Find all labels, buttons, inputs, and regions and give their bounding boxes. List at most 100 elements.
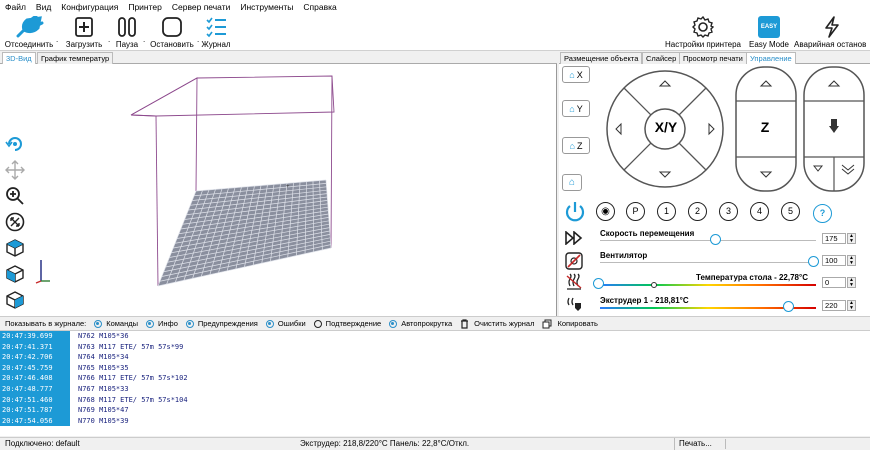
log-list-icon [206,17,226,37]
menu-view[interactable]: Вид [36,2,51,12]
home-icon: ⌂ [569,140,575,151]
view-front-button[interactable] [3,262,27,286]
3d-viewport[interactable]: + [0,64,557,361]
zoom-icon [6,187,24,205]
fan-input[interactable]: 100 [822,255,846,266]
speed-label: Скорость перемещения [600,229,695,238]
bed-slider[interactable] [593,278,604,289]
disconnect-button[interactable]: Отсоединить [3,13,55,51]
cube-front-icon [6,265,24,283]
tab-object-placement[interactable]: Размещение объекта [560,52,643,64]
menu-config[interactable]: Конфигурация [61,2,118,12]
tab-temperature-graph[interactable]: График температур [37,52,114,64]
extruder-temp-label: Экструдер 1 - 218,81°C [600,296,689,305]
temperature-status: Экструдер: 218,8/220°C Панель: 22,8°C/От… [300,439,470,448]
cube-side-icon [6,291,24,309]
tab-slicer[interactable]: Слайсер [642,52,681,64]
xy-label: X/Y [654,119,678,135]
home-icon: ⌂ [569,69,575,80]
radio-checked-icon [389,319,398,328]
extruder-jog-pad[interactable] [803,66,865,192]
fan-slider[interactable] [808,256,819,267]
bed-actual-marker [651,282,657,288]
home-x-button[interactable]: ⌂ X [562,66,590,83]
home-y-button[interactable]: ⌂ Y [562,100,590,117]
z-label: Z [760,119,770,135]
fit-icon [5,212,25,232]
help-button[interactable]: ? [813,204,832,223]
tab-3d-view[interactable]: 3D-Вид [2,52,36,64]
preset-p-button[interactable]: P [626,202,645,221]
log-panel[interactable]: 20:47:39.699 N762 M105*36 20:47:41.371 N76… [0,330,870,436]
stop-button[interactable]: Остановить [148,13,196,51]
speed-slider[interactable] [710,234,721,245]
home-z-button[interactable]: ⌂ Z [562,137,590,154]
rotate-icon [5,137,22,151]
bed-temp-input[interactable]: 0 [822,277,846,288]
speed-input[interactable]: 175 [822,233,846,244]
move-view-button[interactable] [3,158,27,182]
extruder-slider[interactable] [783,301,794,312]
camera-button[interactable]: ◉ [596,202,615,221]
fan-label: Вентилятор [600,251,648,260]
filter-errors[interactable]: Ошибки [265,319,306,328]
extruder-temp-input[interactable]: 220 [822,300,846,311]
print-status: Печать... [674,438,712,450]
radio-checked-icon [185,319,194,328]
menu-file[interactable]: Файл [5,2,26,12]
emergency-stop-button[interactable]: Аварийная останов [794,13,870,51]
log-row: 20:47:41.371 N763 M117 ETE/ 57m 57s*99 [0,341,184,353]
clear-log-button[interactable]: Очистить журнал [460,318,534,329]
add-file-icon [75,16,93,37]
easy-mode-badge: EASY [758,15,780,38]
log-button[interactable]: Журнал [200,13,232,51]
extruder-temp-spinner[interactable]: ▲ ▼ [847,300,856,311]
printer-control-panel: ⌂ X ⌂ Y ⌂ Z ⌂ X/Y Z ◉ P 1 2 3 4 5 ? Скор… [559,64,870,316]
printer-settings-button[interactable]: Настройки принтера [662,13,744,51]
zoom-button[interactable] [3,184,27,208]
fit-view-button[interactable] [3,210,27,234]
preset-1-button[interactable]: 1 [657,202,676,221]
menu-print-server[interactable]: Сервер печати [172,2,231,12]
tab-control[interactable]: Управление [746,52,796,64]
lightning-icon [825,15,839,38]
easy-mode-button[interactable]: EASY Easy Mode [746,13,792,51]
fan-icon [565,252,583,270]
cube-icon [6,239,24,257]
view-side-button[interactable] [3,288,27,312]
move-arrows-icon [5,160,25,180]
fan-spinner[interactable]: ▲ ▼ [847,255,856,266]
log-row: 20:47:45.759 N765 M105*35 [0,362,129,374]
tab-print-preview[interactable]: Просмотр печати [679,52,747,64]
load-button[interactable]: Загрузить [62,13,106,51]
filter-info[interactable]: Инфо [146,319,178,328]
menu-tools[interactable]: Инструменты [240,2,293,12]
reset-view-button[interactable] [3,132,27,156]
filter-warnings[interactable]: Предупреждения [185,319,258,328]
home-all-button[interactable]: ⌂ [562,174,582,191]
preset-5-button[interactable]: 5 [781,202,800,221]
view-iso-button[interactable] [3,236,27,260]
pause-button[interactable]: Пауза [113,13,141,51]
home-icon: ⌂ [568,177,576,188]
speed-spinner[interactable]: ▲ ▼ [847,233,856,244]
power-icon[interactable] [564,201,586,223]
plug-icon [16,15,44,37]
filter-autoscroll[interactable]: Автопрокрутка [389,319,452,328]
log-filter-label: Показывать в журнале: [5,319,87,328]
filter-commands[interactable]: Команды [94,319,138,328]
menu-help[interactable]: Справка [303,2,336,12]
radio-checked-icon [146,319,154,328]
bed-temp-spinner[interactable]: ▲ ▼ [847,277,856,288]
preset-4-button[interactable]: 4 [750,202,769,221]
filter-acknowledgments[interactable]: Подтверждение [313,319,381,328]
radio-checked-icon [265,319,274,328]
preset-2-button[interactable]: 2 [688,202,707,221]
copy-log-button[interactable]: Копировать [542,319,598,329]
preset-3-button[interactable]: 3 [719,202,738,221]
log-row: 20:47:51.460 N768 M117 ETE/ 57m 57s*104 [0,394,188,406]
heated-bed-icon [566,273,582,290]
log-row: 20:47:51.787 N769 M105*47 [0,405,129,416]
log-row: 20:47:46.408 N766 M117 ETE/ 57m 57s*102 [0,373,188,384]
menu-printer[interactable]: Принтер [128,2,162,12]
